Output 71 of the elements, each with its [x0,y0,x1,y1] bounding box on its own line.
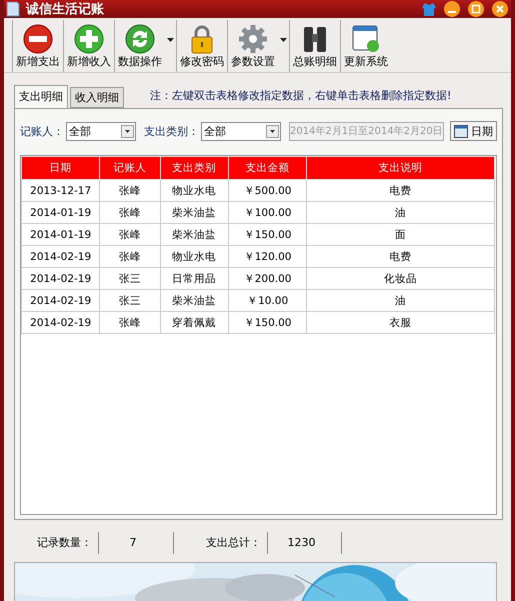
table-cell: 张峰 [100,202,160,224]
table-cell: ￥200.00 [228,268,307,290]
toolbar-button[interactable]: 总账明细 [289,20,340,72]
shirt-icon[interactable] [421,1,437,17]
table-cell: 2013-12-17 [22,180,100,202]
window-update-icon [351,24,381,54]
hint-text: 注：左键双击表格修改指定数据，右键单击表格删除指定数据! [150,88,452,103]
table-cell: 2014-02-19 [22,312,100,334]
calendar-icon [454,124,468,138]
table-cell: ￥500.00 [228,180,307,202]
gear-icon [238,24,268,54]
total-label: 支出总计： [174,532,268,554]
toolbar-button[interactable]: 数据操作 [114,20,176,72]
tab[interactable]: 支出明细 [14,85,68,108]
table-cell: ￥120.00 [228,246,307,268]
total-value: 1230 [268,532,342,554]
column-header: 日期 [22,156,100,180]
field-label: 记账人： [20,124,64,138]
toolbar-button[interactable]: 更新系统 [340,20,391,72]
table-cell: 张峰 [100,246,160,268]
refresh-icon [125,24,155,54]
table-cell: 面 [306,224,494,246]
tab[interactable]: 收入明细 [70,87,124,108]
table-cell: ￥100.00 [228,202,307,224]
table-cell: 张三 [100,290,160,312]
table-cell: 穿着佩戴 [160,312,228,334]
table-cell: 物业水电 [160,180,228,202]
table-cell: 日常用品 [160,268,228,290]
table-cell: 电费 [306,180,494,202]
table-cell: 柴米油盐 [160,290,228,312]
table-cell: ￥10.00 [228,290,307,312]
toolbar-button[interactable]: 新增收入 [63,20,114,72]
table-cell: 2014-02-19 [22,246,100,268]
toolbar-button[interactable]: 新增支出 [12,20,63,72]
table-cell: 张峰 [100,224,160,246]
minimize-button[interactable] [443,0,461,18]
table-cell: ￥150.00 [228,224,307,246]
toolbar-button[interactable]: 参数设置 [227,20,289,72]
plus-icon [74,24,104,54]
table-cell: 化妆品 [306,268,494,290]
close-button[interactable] [491,0,509,18]
column-header: 支出金额 [228,156,307,180]
table-cell: 2014-01-19 [22,224,100,246]
table-cell: 2014-02-19 [22,290,100,312]
person-dropdown[interactable]: 全部 [66,122,136,140]
category-dropdown[interactable]: 全部 [200,122,281,140]
table-cell: 油 [306,202,494,224]
table-cell: 张峰 [100,180,160,202]
table-cell: 衣服 [306,312,494,334]
column-header: 支出类别 [160,156,228,180]
column-header: 支出说明 [306,156,494,180]
count-label: 记录数量： [14,532,99,554]
count-value: 7 [99,532,174,554]
column-header: 记账人 [100,156,160,180]
table-cell: 2014-02-19 [22,268,100,290]
table-cell: 电费 [306,246,494,268]
table-cell: 2014-01-19 [22,202,100,224]
table-cell: 柴米油盐 [160,202,228,224]
date-button[interactable]: 日期 [450,121,497,141]
field-label: 支出类别： [144,124,199,138]
toolbar-button[interactable]: 修改密码 [176,20,227,72]
maximize-button[interactable] [467,0,485,18]
window-title: 诚信生活记账 [26,1,105,18]
table-cell: ￥150.00 [228,312,307,334]
table-cell: 油 [306,290,494,312]
minus-icon [23,24,53,54]
table-cell: 张三 [100,268,160,290]
table-cell: 柴米油盐 [160,224,228,246]
table-cell: 张峰 [100,312,160,334]
notebook-icon [6,1,20,17]
table-cell: 物业水电 [160,246,228,268]
